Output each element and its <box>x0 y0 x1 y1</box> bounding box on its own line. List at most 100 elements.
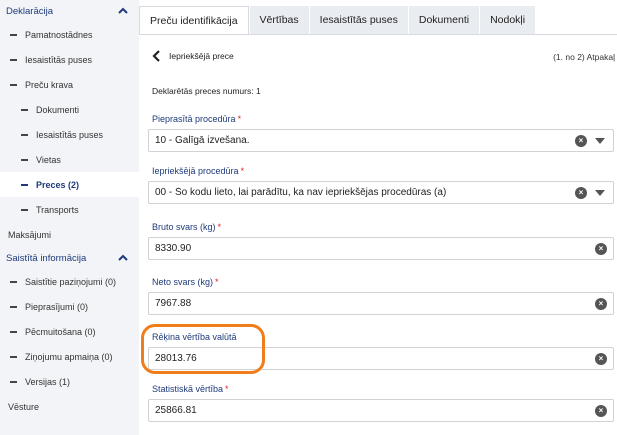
tab-dokumenti[interactable]: Dokumenti <box>408 6 480 34</box>
clear-icon[interactable]: × <box>595 352 607 365</box>
sidebar-item-preces[interactable]: Preces (2) <box>0 172 139 197</box>
declared-item-number-label: Deklarētās preces numurs: <box>152 86 254 96</box>
sidebar: Deklarācija Pamatnostādnes Iesaistītās p… <box>0 0 139 435</box>
required-marker: * <box>215 277 219 287</box>
sidebar-item-label: Iesaistītās puses <box>36 129 104 140</box>
sidebar-item-label: Iesaistītās puses <box>25 54 93 65</box>
sidebar-section-label: Deklarācija <box>6 5 53 17</box>
sidebar-item-label: Preču krava <box>25 79 74 90</box>
sidebar-item-precu-krava[interactable]: Preču krava <box>0 72 139 97</box>
dash-icon <box>21 183 28 186</box>
caret-down-icon[interactable] <box>595 189 605 196</box>
sidebar-item-maksajumi[interactable]: Maksājumi <box>0 222 139 247</box>
tab-divider <box>139 34 617 35</box>
field-neto-svars: Neto svars (kg) * 7967.88 × <box>148 277 614 315</box>
sidebar-item-label: Preces (2) <box>36 179 80 190</box>
neto-svars-input[interactable]: 7967.88 × <box>148 292 614 315</box>
declared-item-number-value: 1 <box>255 86 261 96</box>
input-value: 8330.90 <box>155 243 192 254</box>
caret-down-icon[interactable] <box>595 137 605 144</box>
sidebar-item-label: Saistītie paziņojumi (0) <box>25 276 117 287</box>
sidebar-item-label: Ziņojumu apmaiņa (0) <box>25 351 113 362</box>
sidebar-item-pamatnostadnes[interactable]: Pamatnostādnes <box>0 22 139 47</box>
tab-precu-identifikacija[interactable]: Preču identifikācija <box>139 6 249 34</box>
dash-icon <box>21 158 28 161</box>
field-label: Iepriekšējā procedūra * <box>152 166 614 178</box>
field-statistiska-vertiba: Statistiskā vērtība * 25866.81 × <box>148 384 614 422</box>
tab-vertibas[interactable]: Vērtības <box>249 6 309 34</box>
sidebar-item-label: Pieprasījumi (0) <box>25 301 89 312</box>
clear-icon[interactable]: × <box>595 242 607 255</box>
sidebar-item-iesaistitas-puses[interactable]: Iesaistītās puses <box>0 47 139 72</box>
tab-iesaistitas-puses[interactable]: Iesaistītās puses <box>309 6 408 34</box>
dash-icon <box>10 355 17 358</box>
required-marker: * <box>217 222 222 232</box>
dash-icon <box>21 208 28 211</box>
dash-icon <box>10 58 17 61</box>
sidebar-item-vietas[interactable]: Vietas <box>0 147 139 172</box>
sidebar-item-zinojumu-apmaina[interactable]: Ziņojumu apmaiņa (0) <box>0 344 139 369</box>
clear-icon[interactable]: × <box>575 134 587 147</box>
dash-icon <box>10 33 17 36</box>
field-label-text: Neto svars (kg) <box>152 277 214 287</box>
chevron-left-icon[interactable] <box>151 50 163 62</box>
clear-icon[interactable]: × <box>595 297 607 310</box>
tab-bar: Preču identifikācija Vērtības Iesaistītā… <box>139 0 617 38</box>
clear-icon[interactable]: × <box>595 404 607 417</box>
sidebar-item-label: Dokumenti <box>36 104 80 115</box>
field-pieprasita-procedura: Pieprasītā procedūra * 10 - Galīgā izveša… <box>148 114 614 152</box>
field-label-text: Pieprasītā procedūra <box>152 114 236 124</box>
dash-icon <box>21 108 28 111</box>
dash-icon <box>21 133 28 136</box>
sidebar-item-saistitie-pazinojumi[interactable]: Saistītie paziņojumi (0) <box>0 269 139 294</box>
sidebar-item-label: Pēcmuitošana (0) <box>25 326 96 337</box>
main-panel: Iepriekšējā prece (1. no 2) Atpakaļ Dekl… <box>139 38 617 435</box>
sidebar-item-label: Transports <box>36 204 79 215</box>
sidebar-section-saistita[interactable]: Saistītā informācija <box>0 247 139 269</box>
sidebar-item-pieprasijumi[interactable]: Pieprasījumi (0) <box>0 294 139 319</box>
sidebar-section-deklaracija[interactable]: Deklarācija <box>0 0 139 22</box>
pieprasita-procedura-select[interactable]: 10 - Galīgā izvešana. × <box>148 129 614 152</box>
field-label-text: Bruto svars (kg) <box>152 222 216 232</box>
sidebar-item-pecmuitosana[interactable]: Pēcmuitošana (0) <box>0 319 139 344</box>
sidebar-item-versijas[interactable]: Versijas (1) <box>0 369 139 394</box>
declared-item-number: Deklarētās preces numurs: 1 <box>152 86 261 96</box>
previous-item-label[interactable]: Iepriekšējā prece <box>169 51 234 61</box>
sidebar-item-iesaistitas-puses-sub[interactable]: Iesaistītās puses <box>0 122 139 147</box>
field-label-text: Iepriekšējā procedūra <box>152 166 239 176</box>
paging-indicator[interactable]: (1. no 2) Atpakaļ <box>553 52 615 62</box>
input-value: 25866.81 <box>155 405 197 416</box>
sidebar-item-dokumenti[interactable]: Dokumenti <box>0 97 139 122</box>
required-marker: * <box>237 114 242 124</box>
required-marker: * <box>240 166 245 176</box>
field-label: Bruto svars (kg) * <box>152 222 614 234</box>
select-value: 00 - Šo kodu lieto, lai parādītu, ka nav… <box>155 187 447 198</box>
dash-icon <box>10 280 17 283</box>
sidebar-item-label: Maksājumi <box>8 229 52 240</box>
field-label: Statistiskā vērtība * <box>152 384 614 396</box>
sidebar-item-label: Vietas <box>36 154 61 165</box>
dash-icon <box>10 305 17 308</box>
field-bruto-svars: Bruto svars (kg) * 8330.90 × <box>148 222 614 260</box>
required-marker: * <box>225 384 229 394</box>
select-value: 10 - Galīgā izvešana. <box>155 135 250 146</box>
dash-icon <box>10 380 17 383</box>
field-ieprieksja-procedura: Iepriekšējā procedūra * 00 - Šo kodu liet… <box>148 166 614 204</box>
tab-nodokli[interactable]: Nodokļi <box>480 6 536 34</box>
sidebar-item-label: Vēsture <box>8 401 40 412</box>
previous-item-link[interactable]: Iepriekšējā prece <box>151 48 617 64</box>
input-value: 7967.88 <box>155 298 192 309</box>
sidebar-item-transports[interactable]: Transports <box>0 197 139 222</box>
chevron-up-icon[interactable] <box>117 252 129 264</box>
statistiska-vertiba-input[interactable]: 25866.81 × <box>148 399 614 422</box>
sidebar-item-label: Pamatnostādnes <box>25 29 93 40</box>
field-label-text: Statistiskā vērtība <box>152 384 224 394</box>
sidebar-item-label: Versijas (1) <box>25 376 71 387</box>
sidebar-item-vesture[interactable]: Vēsture <box>0 394 139 419</box>
chevron-up-icon[interactable] <box>117 5 129 17</box>
dash-icon <box>10 330 17 333</box>
ieprieksja-procedura-select[interactable]: 00 - Šo kodu lieto, lai parādītu, ka nav… <box>148 181 614 204</box>
field-label: Pieprasītā procedūra * <box>152 114 614 126</box>
bruto-svars-input[interactable]: 8330.90 × <box>148 237 614 260</box>
clear-icon[interactable]: × <box>575 186 587 199</box>
